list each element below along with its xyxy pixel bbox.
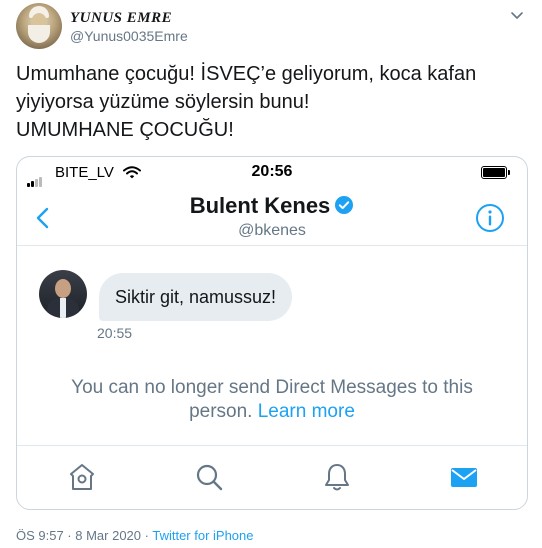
messages-icon[interactable]	[449, 462, 479, 492]
home-icon[interactable]	[67, 462, 97, 492]
verified-badge-icon	[335, 196, 354, 214]
tweet-line: Umumhane çocuğu! İSVEÇ’e geliyorum, koca…	[16, 63, 477, 85]
message-bubble[interactable]: Siktir git, namussuz!	[99, 273, 293, 321]
avatar-shirt	[60, 298, 66, 318]
tweet-timestamp[interactable]: ÖS 9:57 · 8 Mar 2020	[16, 528, 141, 543]
tweet-line: yiyiyorsa yüzüme söylersin bunu!	[16, 91, 310, 113]
conversation-handle: @bkenes	[238, 222, 306, 239]
search-icon[interactable]	[194, 462, 224, 492]
battery-icon	[481, 166, 510, 179]
tweet-text: Umumhane çocuğu! İSVEÇ’e geliyorum, koca…	[16, 60, 516, 144]
phone-clock: 20:56	[251, 163, 293, 180]
learn-more-link[interactable]: Learn more	[258, 401, 355, 422]
dm-disabled-notice: You can no longer send Direct Messages t…	[47, 376, 497, 424]
attached-image[interactable]: BITE_LV 20:56 Bulent Kenes @bkenes Sikti…	[16, 156, 528, 510]
conversation-header: Bulent Kenes @bkenes	[17, 185, 527, 246]
message-timestamp: 20:55	[97, 325, 133, 341]
tweet-line: UMUMHANE ÇOCUĞU!	[16, 119, 234, 141]
info-icon[interactable]	[475, 203, 505, 233]
author-handle[interactable]: @Yunus0035Emre	[70, 28, 188, 44]
meta-separator: ·	[141, 528, 153, 543]
phone-status-bar: BITE_LV 20:56	[17, 157, 527, 187]
tweet-source-link[interactable]: Twitter for iPhone	[152, 528, 253, 543]
notifications-icon[interactable]	[322, 462, 352, 492]
conversation-name: Bulent Kenes	[17, 193, 527, 219]
bottom-tab-bar	[17, 445, 527, 509]
avatar-head	[55, 279, 71, 298]
chevron-down-icon[interactable]	[510, 8, 524, 22]
sender-avatar[interactable]	[39, 270, 87, 318]
tweet-meta: ÖS 9:57 · 8 Mar 2020 · Twitter for iPhon…	[16, 528, 254, 543]
author-avatar[interactable]	[16, 3, 62, 49]
author-display-name[interactable]: YUNUS EMRE	[70, 10, 172, 27]
conversation-name-text: Bulent Kenes	[189, 193, 331, 218]
avatar-beard	[28, 25, 50, 43]
